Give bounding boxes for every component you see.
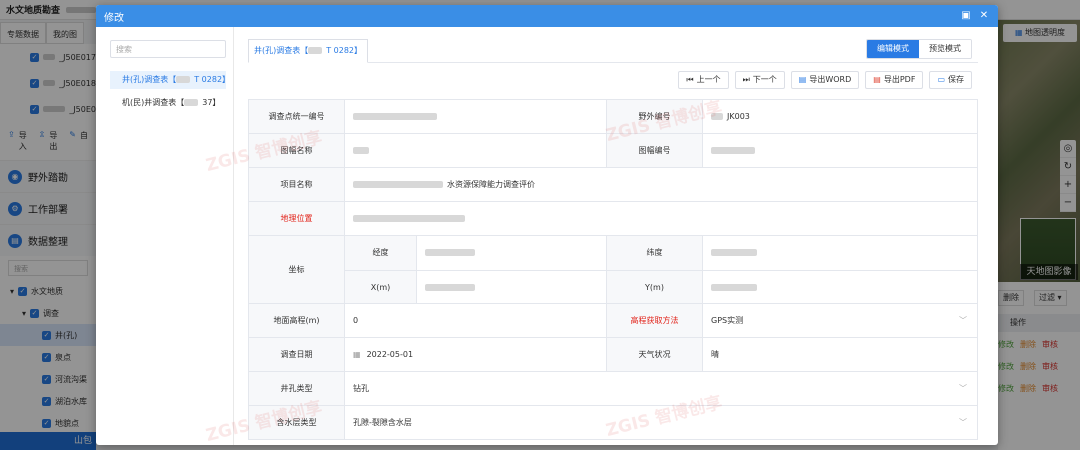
form-row: 调查日期 ▦ 2022-05-01 天气状况 晴 bbox=[249, 338, 978, 372]
survey-id-label: 调查点统一编号 bbox=[249, 100, 345, 133]
project-name-label: 项目名称 bbox=[249, 168, 345, 201]
export-pdf-button[interactable]: ▤ 导出PDF bbox=[865, 71, 924, 89]
coordinate-row: 坐标 经度 纬度 X(m) Y(m) bbox=[249, 236, 978, 304]
chevron-down-icon: ﹀ bbox=[959, 384, 967, 393]
save-button[interactable]: ▭ 保存 bbox=[929, 71, 972, 89]
sidebar-search-input[interactable] bbox=[110, 40, 226, 58]
x-coordinate-label: X(m) bbox=[345, 271, 417, 303]
latitude-label: 纬度 bbox=[607, 236, 703, 270]
longitude-label: 经度 bbox=[345, 236, 417, 270]
survey-date-picker[interactable]: ▦ 2022-05-01 bbox=[345, 338, 607, 371]
close-icon[interactable]: ✕ bbox=[978, 10, 990, 22]
prev-button[interactable]: ⏮ 上一个 bbox=[678, 71, 729, 89]
weather-label: 天气状况 bbox=[607, 338, 703, 371]
field-id-label: 野外编号 bbox=[607, 100, 703, 133]
skip-forward-icon: ⏭ bbox=[742, 75, 750, 84]
coordinate-grid: 经度 纬度 X(m) Y(m) bbox=[345, 236, 978, 303]
survey-form: 调查点统一编号 野外编号 JK003 图幅名称 图幅编号 项目名称 水资源保障能… bbox=[248, 99, 978, 440]
modal-header: 修改 ▣ ✕ bbox=[96, 5, 998, 27]
record-sidebar: 井(孔)调查表【T 0282】 机(民)井调查表【37】 bbox=[96, 27, 234, 445]
sidebar-item-well-survey[interactable]: 井(孔)调查表【 T 0282】 bbox=[110, 71, 230, 89]
form-row: 含水层类型 孔隙-裂隙含水层 ﹀ bbox=[249, 406, 978, 440]
form-row: 井孔类型 钻孔 ﹀ bbox=[249, 372, 978, 406]
save-icon: ▭ bbox=[937, 75, 945, 84]
modal-body: 井(孔)调查表【T 0282】 机(民)井调查表【37】 井(孔)调查表【T 0… bbox=[96, 27, 998, 445]
form-row: 调查点统一编号 野外编号 JK003 bbox=[249, 100, 978, 134]
maximize-icon[interactable]: ▣ bbox=[960, 10, 972, 22]
word-file-icon: ▤ bbox=[798, 75, 807, 84]
calendar-icon: ▦ bbox=[353, 350, 361, 359]
elevation-field[interactable]: 0 bbox=[345, 304, 607, 337]
aquifer-type-select[interactable]: 孔隙-裂隙含水层 ﹀ bbox=[345, 406, 978, 439]
survey-id-field[interactable] bbox=[345, 100, 607, 133]
elevation-method-select[interactable]: GPS实测 ﹀ bbox=[703, 304, 978, 337]
chevron-down-icon: ﹀ bbox=[959, 316, 967, 325]
longitude-field[interactable] bbox=[417, 236, 607, 270]
map-name-field[interactable] bbox=[345, 134, 607, 167]
export-word-button[interactable]: ▤ 导出WORD bbox=[790, 71, 860, 89]
elevation-method-label: 高程获取方法 bbox=[607, 304, 703, 337]
edit-mode-button[interactable]: 编辑模式 bbox=[867, 40, 919, 58]
map-no-field[interactable] bbox=[703, 134, 978, 167]
location-label: 地理位置 bbox=[249, 202, 345, 235]
skip-back-icon: ⏮ bbox=[686, 75, 694, 84]
coordinate-subrow: X(m) Y(m) bbox=[345, 270, 978, 303]
survey-date-label: 调查日期 bbox=[249, 338, 345, 371]
elevation-label: 地面高程(m) bbox=[249, 304, 345, 337]
coordinate-subrow: 经度 纬度 bbox=[345, 236, 978, 270]
next-button[interactable]: ⏭ 下一个 bbox=[734, 71, 785, 89]
preview-mode-button[interactable]: 预览模式 bbox=[919, 40, 971, 58]
well-type-select[interactable]: 钻孔 ﹀ bbox=[345, 372, 978, 405]
form-row: 图幅名称 图幅编号 bbox=[249, 134, 978, 168]
y-coordinate-field[interactable] bbox=[703, 271, 978, 303]
latitude-field[interactable] bbox=[703, 236, 978, 270]
field-id-field[interactable]: JK003 bbox=[703, 100, 978, 133]
map-name-label: 图幅名称 bbox=[249, 134, 345, 167]
form-toolbar: ⏮ 上一个 ⏭ 下一个 ▤ 导出WORD ▤ 导出PDF ▭ 保存 bbox=[678, 71, 972, 89]
form-row: 地面高程(m) 0 高程获取方法 GPS实测 ﹀ bbox=[249, 304, 978, 338]
map-no-label: 图幅编号 bbox=[607, 134, 703, 167]
project-name-field[interactable]: 水资源保障能力调查评价 bbox=[345, 168, 978, 201]
aquifer-type-label: 含水层类型 bbox=[249, 406, 345, 439]
location-field[interactable] bbox=[345, 202, 978, 235]
sidebar-item-civil-well-survey[interactable]: 机(民)井调查表【 37】 bbox=[110, 94, 226, 112]
form-row: 地理位置 bbox=[249, 202, 978, 236]
form-row: 项目名称 水资源保障能力调查评价 bbox=[249, 168, 978, 202]
mode-switch: 编辑模式 预览模式 bbox=[866, 39, 972, 59]
tab-well-survey[interactable]: 井(孔)调查表【 T 0282】 bbox=[248, 39, 368, 63]
edit-modal: 修改 ▣ ✕ 井(孔)调查表【T 0282】 机(民)井调查表【37】 井(孔)… bbox=[96, 5, 998, 445]
well-type-label: 井孔类型 bbox=[249, 372, 345, 405]
x-coordinate-field[interactable] bbox=[417, 271, 607, 303]
chevron-down-icon: ﹀ bbox=[959, 418, 967, 427]
coordinate-label: 坐标 bbox=[249, 236, 345, 303]
weather-field[interactable]: 晴 bbox=[703, 338, 978, 371]
y-coordinate-label: Y(m) bbox=[607, 271, 703, 303]
modal-title: 修改 bbox=[104, 12, 124, 24]
pdf-file-icon: ▤ bbox=[873, 75, 881, 84]
form-content: 井(孔)调查表【 T 0282】 编辑模式 预览模式 ⏮ 上一个 ⏭ 下一个 ▤ 导出W… bbox=[204, 27, 998, 445]
